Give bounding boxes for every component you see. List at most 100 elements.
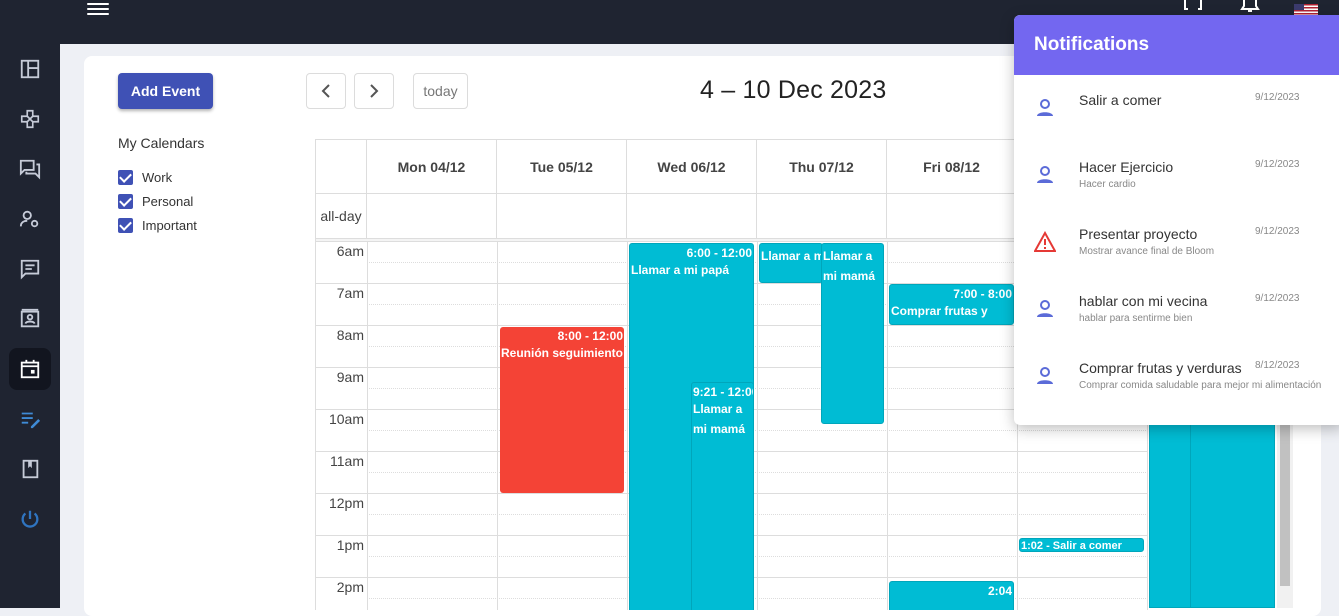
user-icon (1037, 166, 1053, 183)
user-icon (1037, 99, 1053, 116)
chevron-right-icon (370, 84, 379, 98)
grid-scrollbar[interactable] (1277, 400, 1293, 608)
notification-item[interactable]: Salir a comer 9/12/2023 (1014, 75, 1339, 142)
event-llamar-mama-thu[interactable]: Llamar a mi mamá (821, 243, 884, 424)
event-time: 9:21 - 12:00 (693, 385, 754, 399)
notification-item[interactable]: Hacer Ejercicio Hacer cardio 9/12/2023 (1014, 142, 1339, 209)
calendar-filter-important[interactable]: Important (118, 218, 197, 233)
event-time: 7:00 - 8:00 (953, 287, 1012, 301)
event-title: 1:02 - Salir a comer (1021, 540, 1122, 552)
day-column-line (627, 242, 628, 610)
notification-subtitle: Mostrar avance final de Bloom (1079, 246, 1215, 257)
notifications-panel: Notifications Salir a comer 9/12/2023 Ha… (1014, 15, 1339, 425)
event-title: Llamar a mi mamá (823, 249, 876, 283)
event-divider (1190, 400, 1191, 608)
calendar-filter-label: Important (142, 218, 197, 233)
allday-cell[interactable] (497, 194, 627, 238)
event-salir-a-comer[interactable]: 1:02 - Salir a comer (1019, 538, 1144, 552)
calendar-filter-label: Personal (142, 194, 194, 209)
event-llamar-mama-wed[interactable]: 9:21 - 12:00 Llamar a mi mamá (691, 382, 754, 610)
notification-title: Comprar frutas y verduras (1079, 360, 1242, 376)
time-label: 7am (336, 285, 364, 301)
event-title: Reunión seguimiento (501, 346, 624, 360)
allday-cell[interactable] (757, 194, 887, 238)
notification-item[interactable]: Comprar frutas y verduras Comprar comida… (1014, 343, 1339, 410)
day-column-line (887, 242, 888, 610)
notification-date: 9/12/2023 (1255, 226, 1300, 237)
user-icon (1037, 300, 1053, 317)
forum-icon[interactable] (17, 156, 43, 182)
event-comprar-frutas[interactable]: 7:00 - 8:00 Comprar frutas y (889, 284, 1014, 325)
calendar-filter-work[interactable]: Work (118, 170, 172, 185)
notification-date: 8/12/2023 (1255, 360, 1300, 371)
edit-note-icon[interactable] (17, 406, 43, 432)
fullscreen-icon[interactable] (1184, 0, 1202, 12)
allday-cell[interactable] (627, 194, 757, 238)
checkbox-checked-icon[interactable] (118, 218, 133, 233)
day-header-fri[interactable]: Fri 08/12 (887, 140, 1017, 194)
event-llamar-a-mi-thu[interactable]: Llamar a mi (759, 243, 823, 283)
event-title: Llamar a mi (761, 249, 823, 263)
message-icon[interactable] (17, 256, 43, 282)
hamburger-icon[interactable] (87, 0, 109, 15)
day-header-tue[interactable]: Tue 05/12 (497, 140, 627, 194)
user-icon (1037, 367, 1053, 384)
event-title: Comprar frutas y (891, 304, 988, 318)
allday-cell[interactable] (367, 194, 497, 238)
notification-date: 9/12/2023 (1255, 293, 1300, 304)
corner-header (316, 140, 367, 194)
allday-label: all-day (316, 194, 367, 238)
notification-item[interactable]: Presentar proyecto Mostrar avance final … (1014, 209, 1339, 276)
my-calendars-heading: My Calendars (118, 135, 205, 151)
notification-title: Hacer Ejercicio (1079, 159, 1174, 175)
notification-item[interactable]: hablar con mi vecina hablar para sentirm… (1014, 276, 1339, 343)
time-label: 1pm (336, 537, 364, 553)
time-label: 12pm (328, 495, 364, 511)
today-button[interactable]: today (413, 73, 468, 109)
add-event-button[interactable]: Add Event (118, 73, 213, 109)
day-column-line (367, 242, 368, 610)
prev-week-button[interactable] (306, 73, 346, 109)
calendar-filter-personal[interactable]: Personal (118, 194, 193, 209)
event-reunion-seguimiento[interactable]: 8:00 - 12:00 Reunión seguimiento (500, 327, 624, 493)
bell-icon[interactable] (1239, 0, 1261, 14)
calendar-icon[interactable] (17, 356, 43, 382)
checkbox-checked-icon[interactable] (118, 194, 133, 209)
time-label: 8am (336, 327, 364, 343)
gamepad-icon[interactable] (17, 106, 43, 132)
event-title: Llamar a mi papá (631, 263, 730, 277)
user-settings-icon[interactable] (17, 206, 43, 232)
dashboard-icon[interactable] (17, 56, 43, 82)
day-header-mon[interactable]: Mon 04/12 (367, 140, 497, 194)
event-sunday-block[interactable] (1149, 400, 1275, 608)
event-title: Llamar a mi mamá (693, 402, 746, 436)
notification-subtitle: hablar para sentirme bien (1079, 313, 1193, 324)
calendar-title: 4 – 10 Dec 2023 (700, 76, 887, 104)
warning-icon (1034, 231, 1056, 252)
time-label: 6am (336, 243, 364, 259)
event-time: 2:04 (987, 584, 1012, 598)
time-label: 10am (328, 411, 364, 427)
day-header-wed[interactable]: Wed 06/12 (627, 140, 757, 194)
event-time: 6:00 - 12:00 (686, 246, 752, 260)
notification-subtitle: Hacer cardio (1079, 179, 1136, 190)
event-fri-2pm[interactable]: 2:04 (889, 581, 1014, 610)
event-time: 8:00 - 12:00 (557, 329, 623, 343)
chevron-left-icon (321, 84, 330, 98)
notifications-title: Notifications (1014, 15, 1339, 75)
book-icon[interactable] (17, 456, 43, 482)
time-label: 11am (330, 453, 364, 469)
notification-date: 9/12/2023 (1255, 92, 1300, 103)
scrollbar-thumb[interactable] (1280, 400, 1290, 586)
allday-cell[interactable] (887, 194, 1017, 238)
next-week-button[interactable] (354, 73, 394, 109)
time-label: 9am (336, 369, 364, 385)
calendar-filter-label: Work (142, 170, 173, 185)
notification-title: Presentar proyecto (1079, 226, 1198, 242)
day-column-line (497, 242, 498, 610)
power-icon[interactable] (17, 506, 43, 532)
checkbox-checked-icon[interactable] (118, 170, 133, 185)
day-header-thu[interactable]: Thu 07/12 (757, 140, 887, 194)
time-label: 2pm (336, 579, 364, 595)
contact-card-icon[interactable] (17, 306, 43, 332)
